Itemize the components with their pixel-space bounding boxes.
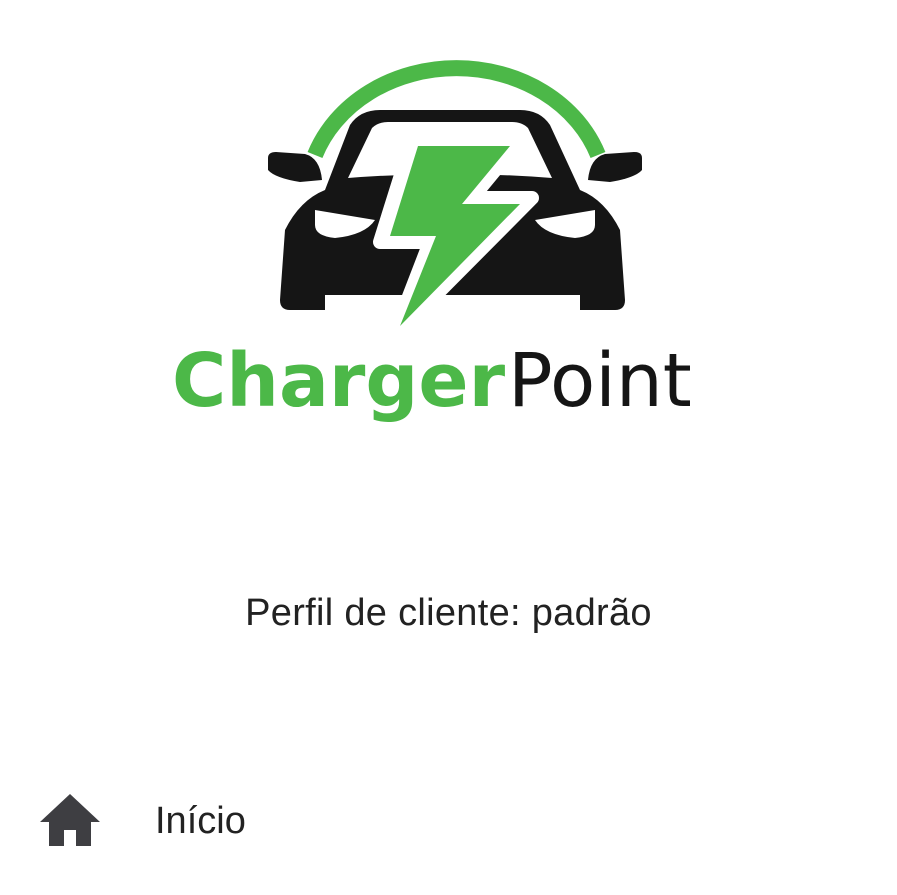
brand-name-point: Point — [508, 338, 692, 424]
customer-profile-label: Perfil de cliente: padrão — [245, 592, 652, 634]
nav-home-label: Início — [155, 800, 246, 842]
nav-item-home[interactable]: Início — [0, 780, 897, 860]
car-charging-icon: Charger Point — [172, 60, 692, 424]
app-logo: Charger Point — [150, 30, 750, 450]
home-icon — [40, 792, 100, 848]
brand-name-charger: Charger — [172, 338, 506, 424]
